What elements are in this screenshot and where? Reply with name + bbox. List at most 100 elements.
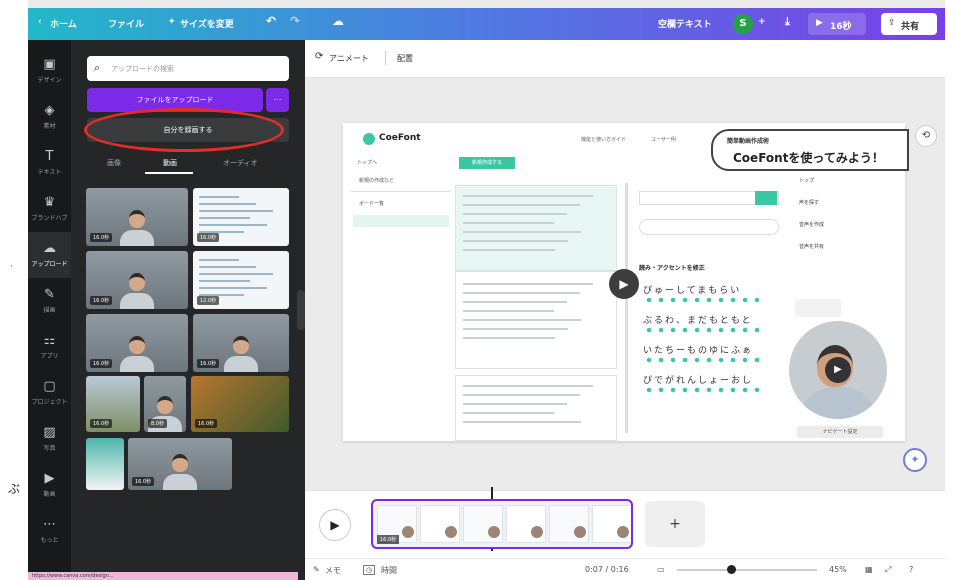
fullscreen-icon[interactable]: ⤢ [885, 565, 891, 575]
video-duration-badge: 16.0秒 [132, 477, 155, 486]
clip-frame [463, 505, 503, 543]
add-page-button[interactable]: + [645, 501, 705, 547]
clip-duration: 16.0秒 [377, 535, 400, 544]
card-text-line [463, 301, 567, 303]
download-icon[interactable]: ⤓ [785, 15, 790, 29]
tab-videos[interactable]: 動画 [163, 158, 177, 168]
rail-item-brand[interactable]: ♛ ブランドハブ [28, 186, 71, 232]
home-button[interactable]: ホーム [50, 17, 77, 30]
person-figure [120, 210, 154, 246]
upload-thumbnail[interactable] [86, 438, 124, 490]
screenshot-line [199, 196, 239, 198]
fit-icon[interactable]: ▭ [657, 565, 665, 574]
rail-item-video[interactable]: ▶ 動画 [28, 462, 71, 508]
margin-glyph-bu: ぶ [8, 482, 21, 496]
video-icon: ▶ [44, 471, 55, 486]
timeline-clip[interactable]: 16.0秒 [371, 499, 633, 549]
timing-button[interactable]: 時間 [381, 565, 397, 576]
resize-button[interactable]: サイズを変更 [180, 17, 234, 30]
zoom-percent[interactable]: 45% [829, 565, 847, 574]
timeline-play-button[interactable]: ▶ [319, 509, 351, 541]
position-button[interactable]: 配置 [397, 53, 413, 64]
right-page-margin [945, 0, 955, 580]
magic-assist-icon[interactable]: ✦ [903, 448, 927, 472]
play-duration-button[interactable]: ▶ 16秒 [808, 13, 866, 35]
apps-icon: ⚏ [43, 333, 56, 348]
top-toolbar: ‹ ホーム ファイル ✦ サイズを変更 ↶ ↷ ☁ 空欄テキスト S + ⤓ ▶… [28, 8, 945, 40]
rail-label: テキスト [37, 169, 62, 176]
card-text-line [463, 403, 567, 405]
grid-view-icon[interactable]: ▦ [865, 565, 873, 574]
upload-thumbnail[interactable]: 16.0秒 [193, 314, 289, 372]
upload-thumbnail[interactable]: 12.0秒 [193, 251, 289, 309]
upload-thumbnail[interactable]: 16.0秒 [191, 376, 289, 432]
upload-thumbnail[interactable]: 16.0秒 [86, 376, 140, 432]
card-text-line [463, 213, 567, 215]
undo-icon[interactable]: ↶ [266, 14, 276, 28]
zoom-slider-thumb[interactable] [727, 565, 736, 574]
upload-thumbnail[interactable]: 16.0秒 [86, 188, 188, 246]
slide-scrollbar [625, 183, 628, 433]
rail-item-more[interactable]: ⋯ もっと [28, 508, 71, 554]
video-play-icon[interactable]: ▶ [609, 269, 639, 299]
upload-thumbnail[interactable]: 16.0秒 [128, 438, 232, 490]
card-text-line [463, 222, 554, 224]
rail-item-draw[interactable]: ✎ 描画 [28, 278, 71, 324]
screenshot-line [199, 203, 256, 205]
margin-glyph: · [10, 262, 13, 272]
presenter-play-icon[interactable]: ▶ [825, 357, 851, 383]
clip-frame [592, 505, 631, 543]
text-icon: T [45, 149, 54, 164]
card-text-line [463, 394, 580, 396]
add-collaborator-button[interactable]: + [758, 17, 766, 27]
card-text-line [463, 337, 555, 339]
video-duration-badge: 16.0秒 [90, 296, 113, 305]
help-icon[interactable]: ? [909, 565, 913, 574]
rail-item-folder[interactable]: ▢ プロジェクト [28, 370, 71, 416]
slide-right-item: トップ [799, 178, 815, 184]
design-page[interactable]: CoeFont 機能と使い方ガイド ユーザー例 簡単動画作成術 CoeFontを… [343, 123, 909, 441]
accent-dots [643, 297, 763, 303]
presenter-video-bubble[interactable]: ▶ [789, 321, 887, 419]
tab-audio[interactable]: オーディオ [223, 158, 258, 168]
rail-item-elements[interactable]: ◈ 素材 [28, 94, 71, 140]
notes-button[interactable]: メモ [325, 565, 341, 576]
upload-thumbnail[interactable]: 16.0秒 [193, 188, 289, 246]
search-input[interactable]: ⌕ アップロードの検索 [87, 56, 289, 81]
notes-icon[interactable]: ✎ [313, 565, 320, 574]
redo-icon[interactable]: ↷ [290, 14, 300, 28]
upload-thumbnail[interactable]: 16.0秒 [86, 251, 188, 309]
upload-thumbnail[interactable]: 8.0秒 [144, 376, 186, 432]
animate-button[interactable]: アニメート [329, 53, 369, 64]
timing-icon[interactable]: ◷ [363, 565, 376, 575]
uploads-panel: ⌕ アップロードの検索 ファイルをアップロード … 自分を録画する 画像 動画 … [71, 40, 305, 580]
search-placeholder: アップロードの検索 [111, 65, 174, 73]
rail-item-photo[interactable]: ▨ 写真 [28, 416, 71, 462]
rail-item-template[interactable]: ▣ デザイン [28, 48, 71, 94]
screenshot-line [199, 224, 267, 226]
cloud-icon[interactable]: ☁ [332, 14, 344, 28]
share-button[interactable]: ⇪ 共有 [881, 13, 937, 35]
slide-nav-guide: 機能と使い方ガイド [581, 137, 627, 143]
upload-thumbnail[interactable]: 16.0秒 [86, 314, 188, 372]
screenshot-line [199, 280, 250, 282]
tab-active-indicator [145, 172, 193, 174]
timeline: ▶ 16.0秒 + [305, 487, 945, 558]
project-name[interactable]: 空欄テキスト [658, 17, 712, 30]
slide-divider [351, 191, 451, 192]
rail-item-text[interactable]: T テキスト [28, 140, 71, 186]
back-chevron-icon[interactable]: ‹ [38, 17, 42, 27]
tab-images[interactable]: 画像 [107, 158, 121, 168]
zoom-slider[interactable] [677, 569, 817, 571]
upload-icon: ☁ [43, 241, 56, 256]
upload-more-button[interactable]: … [266, 88, 289, 112]
avatar[interactable]: S [733, 14, 753, 34]
rail-label: デザイン [37, 77, 62, 84]
file-menu[interactable]: ファイル [108, 17, 144, 30]
rail-item-upload[interactable]: ☁ アップロード [28, 232, 71, 278]
rotate-icon[interactable]: ⟲ [915, 125, 937, 147]
panel-collapse-handle[interactable] [297, 290, 305, 330]
status-url-bar: https://www.canva.com/design... [28, 572, 298, 580]
elements-icon: ◈ [44, 103, 55, 118]
rail-item-apps[interactable]: ⚏ アプリ [28, 324, 71, 370]
